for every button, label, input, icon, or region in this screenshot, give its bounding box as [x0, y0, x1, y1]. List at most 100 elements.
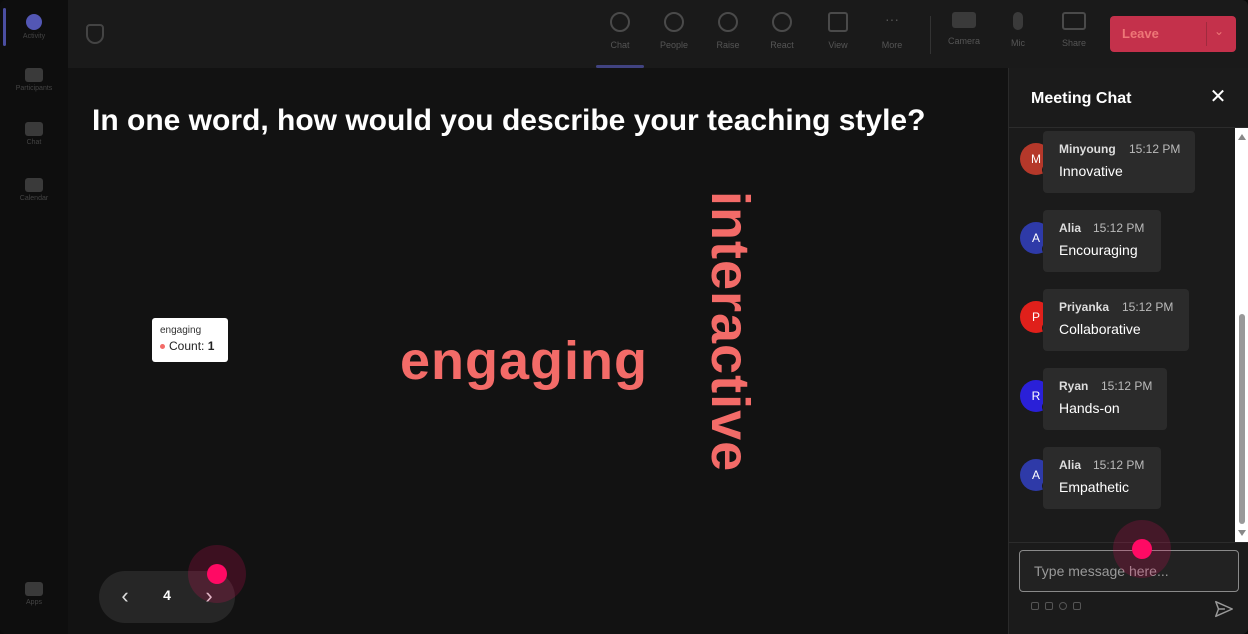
- series-dot-icon: [160, 344, 165, 350]
- message-text: Innovative: [1059, 163, 1123, 179]
- message-time: 15:12 PM: [1122, 300, 1174, 314]
- toolbar-label: People: [659, 40, 689, 50]
- send-icon[interactable]: [1213, 598, 1235, 620]
- toolbar-raise-button[interactable]: Raise: [704, 12, 752, 58]
- word-tooltip: engaging Count: 1: [152, 318, 228, 362]
- activity-icon: [26, 14, 42, 30]
- message-time: 15:12 PM: [1093, 458, 1145, 472]
- chat-scrollbar[interactable]: [1235, 128, 1248, 542]
- chat-icon: [25, 122, 43, 136]
- tooltip-count-label: Count:: [169, 339, 205, 353]
- meeting-toolbar: Chat People Raise React View ··· More Ca…: [68, 0, 1248, 68]
- toolbar-share-button[interactable]: Share: [1050, 12, 1098, 58]
- rail-item-label: Calendar: [19, 195, 49, 202]
- word-cloud-word-interactive[interactable]: interactive: [700, 191, 763, 521]
- toolbar-label: View: [828, 40, 848, 50]
- share-icon: [1062, 12, 1086, 30]
- people-icon: [664, 12, 684, 32]
- cursor-indicator: [188, 545, 246, 603]
- attach-icon[interactable]: [1045, 602, 1053, 610]
- rail-item-label: Apps: [26, 599, 42, 606]
- question-title: In one word, how would you describe your…: [92, 104, 926, 137]
- message-text: Collaborative: [1059, 321, 1141, 337]
- cursor-indicator: [1113, 520, 1171, 578]
- toolbar-label: Camera: [947, 36, 980, 46]
- message-author: Priyanka: [1059, 300, 1110, 314]
- word-cloud-word-engaging[interactable]: engaging: [400, 330, 648, 392]
- message-author: Ryan: [1059, 379, 1089, 393]
- chevron-left-icon[interactable]: ‹: [115, 585, 135, 607]
- cursor-dot: [207, 564, 227, 584]
- more-icon: ···: [885, 11, 899, 27]
- tooltip-count: Count: 1: [160, 339, 214, 353]
- shield-icon[interactable]: [86, 24, 104, 44]
- message-author: Alia: [1059, 458, 1082, 472]
- toolbar-label: Chat: [610, 40, 630, 50]
- rail-item-participants[interactable]: Participants: [0, 62, 68, 102]
- rail-item-label: Activity: [22, 33, 46, 40]
- rail-item-apps[interactable]: Apps: [0, 576, 68, 616]
- message-text: Hands-on: [1059, 400, 1120, 416]
- message-bubble: Alia 15:12 PM Empathetic: [1043, 447, 1161, 509]
- close-icon[interactable]: ✕: [1207, 86, 1229, 108]
- format-icon[interactable]: [1031, 602, 1039, 610]
- cursor-dot: [1132, 539, 1152, 559]
- message-bubble: Alia 15:12 PM Encouraging: [1043, 210, 1161, 272]
- emoji-icon: [772, 12, 792, 32]
- scrollbar-thumb[interactable]: [1239, 314, 1245, 524]
- toolbar-more-button[interactable]: ··· More: [868, 12, 916, 58]
- word-cloud-word-text: interactive: [700, 191, 760, 473]
- rail-item-activity[interactable]: Activity: [0, 8, 68, 48]
- chat-message-list[interactable]: M Minyoung 15:12 PM Innovative A Alia 15…: [1009, 128, 1233, 542]
- rail-item-chat[interactable]: Chat: [0, 116, 68, 156]
- presentation-stage: In one word, how would you describe your…: [68, 68, 1008, 634]
- message-bubble: Minyoung 15:12 PM Innovative: [1043, 131, 1195, 193]
- message-bubble: Ryan 15:12 PM Hands-on: [1043, 368, 1167, 430]
- rail-item-calendar[interactable]: Calendar: [0, 172, 68, 212]
- chat-title: Meeting Chat: [1031, 90, 1132, 107]
- chat-message: A Alia 15:12 PM Encouraging: [1009, 207, 1233, 272]
- leave-button[interactable]: Leave ⌄: [1110, 16, 1236, 52]
- tooltip-count-value: 1: [207, 339, 215, 353]
- camera-icon: [952, 12, 976, 28]
- gif-icon[interactable]: [1073, 602, 1081, 610]
- message-bubble: Priyanka 15:12 PM Collaborative: [1043, 289, 1189, 351]
- toolbar-react-button[interactable]: React: [758, 12, 806, 58]
- toolbar-label: Share: [1061, 38, 1087, 48]
- participants-icon: [25, 68, 43, 82]
- toolbar-label: Raise: [716, 40, 740, 50]
- mic-icon: [1013, 12, 1023, 30]
- chat-message: M Minyoung 15:12 PM Innovative: [1009, 128, 1233, 193]
- grid-icon: [828, 12, 848, 32]
- message-text: Encouraging: [1059, 242, 1138, 258]
- message-time: 15:12 PM: [1093, 221, 1145, 235]
- leave-divider: [1206, 22, 1207, 46]
- message-time: 15:12 PM: [1129, 142, 1181, 156]
- toolbar-camera-button[interactable]: Camera: [940, 12, 988, 58]
- toolbar-people-button[interactable]: People: [650, 12, 698, 58]
- chat-icon: [610, 12, 630, 32]
- rail-item-label: Participants: [15, 85, 53, 92]
- chat-message: A Alia 15:12 PM Empathetic: [1009, 444, 1233, 509]
- app-rail: Activity Participants Chat Calendar Apps: [0, 0, 69, 634]
- scroll-up-icon[interactable]: [1238, 134, 1246, 140]
- chat-message: P Priyanka 15:12 PM Collaborative: [1009, 286, 1233, 351]
- toolbar-label: More: [881, 40, 903, 50]
- chat-message: R Ryan 15:12 PM Hands-on: [1009, 365, 1233, 430]
- toolbar-label: React: [770, 40, 794, 50]
- scroll-down-icon[interactable]: [1238, 530, 1246, 536]
- message-text: Empathetic: [1059, 479, 1130, 495]
- rail-item-label: Chat: [26, 139, 42, 146]
- message-time: 15:12 PM: [1101, 379, 1153, 393]
- meeting-window: Activity Participants Chat Calendar Apps…: [0, 0, 1248, 634]
- meeting-chat-panel: Meeting Chat ✕ M Minyoung 15:12 PM Innov…: [1008, 68, 1248, 634]
- apps-icon: [25, 582, 43, 596]
- toolbar-chat-button[interactable]: Chat: [596, 12, 644, 68]
- emoji-icon[interactable]: [1059, 602, 1067, 610]
- toolbar-divider: [930, 16, 931, 54]
- chevron-down-icon[interactable]: ⌄: [1214, 24, 1224, 38]
- toolbar-label: Mic: [1011, 38, 1025, 48]
- toolbar-mic-button[interactable]: Mic: [994, 12, 1042, 58]
- toolbar-view-button[interactable]: View: [814, 12, 862, 58]
- page-number: 4: [163, 587, 171, 603]
